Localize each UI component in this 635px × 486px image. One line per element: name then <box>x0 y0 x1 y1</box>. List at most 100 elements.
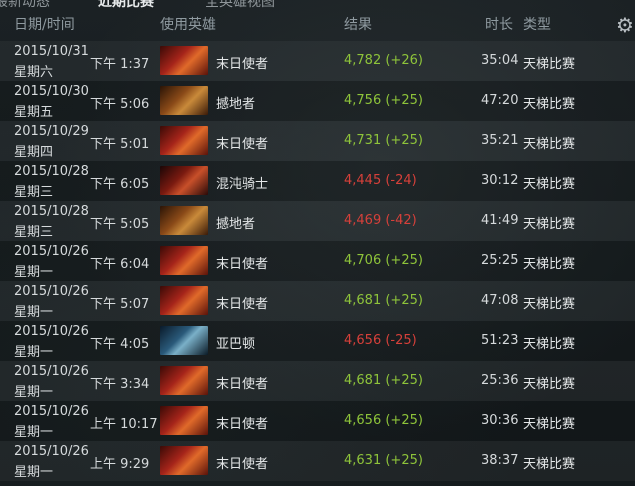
match-result: 4,656 (+25) <box>344 413 423 428</box>
match-row[interactable]: 2015/10/31 星期六 下午 1:37 末日使者 4,782 (+26) 35:04… <box>0 41 635 81</box>
match-type: 天梯比赛 <box>523 257 576 272</box>
match-duration: 47:20 <box>481 93 519 108</box>
match-duration: 38:37 <box>481 453 519 468</box>
hero-name: 撼地者 <box>216 97 256 112</box>
match-date: 2015/10/28 <box>14 204 89 219</box>
match-duration: 51:23 <box>481 333 519 348</box>
match-date: 2015/10/28 <box>14 164 89 179</box>
hero-portrait[interactable] <box>160 406 208 435</box>
tab-recent-activity[interactable]: 最新动态 <box>0 0 50 8</box>
match-result: 4,681 (+25) <box>344 373 423 388</box>
match-time: 下午 1:37 <box>90 57 150 72</box>
hero-name: 末日使者 <box>216 257 269 272</box>
table-header: 日期/时间 使用英雄 结果 时长 类型 <box>0 14 635 40</box>
match-row[interactable]: 2015/10/26 星期一 下午 6:04 末日使者 4,706 (+25) 25:25… <box>0 241 635 281</box>
match-time: 上午 9:29 <box>90 457 150 472</box>
match-date: 2015/10/26 <box>14 364 89 379</box>
match-result: 4,469 (-42) <box>344 213 417 228</box>
tab-recent-matches[interactable]: 近期比赛 <box>98 0 154 8</box>
hero-portrait[interactable] <box>160 46 208 75</box>
match-row[interactable]: 2015/10/30 星期五 下午 5:06 撼地者 4,756 (+25) 47:20 天… <box>0 81 635 121</box>
match-weekday: 星期四 <box>14 145 54 160</box>
match-weekday: 星期三 <box>14 225 54 240</box>
match-row[interactable]: 2015/10/26 星期一 下午 4:05 亚巴顿 4,656 (-25) 51:23 天… <box>0 321 635 361</box>
match-time: 下午 5:01 <box>90 137 150 152</box>
match-row[interactable]: 2015/10/28 星期三 下午 6:05 混沌骑士 4,445 (-24) 30:12… <box>0 161 635 201</box>
match-weekday: 星期六 <box>14 65 54 80</box>
hero-portrait[interactable] <box>160 126 208 155</box>
match-date: 2015/10/26 <box>14 244 89 259</box>
match-row[interactable]: 2015/10/26 星期一 下午 3:34 末日使者 4,681 (+25) 25:36… <box>0 361 635 401</box>
gear-icon[interactable]: ⚙ <box>615 14 635 36</box>
hero-portrait[interactable] <box>160 326 208 355</box>
match-result: 4,731 (+25) <box>344 133 423 148</box>
match-result: 4,656 (-25) <box>344 333 417 348</box>
match-time: 下午 5:05 <box>90 217 150 232</box>
hero-portrait[interactable] <box>160 286 208 315</box>
header-date-time[interactable]: 日期/时间 <box>14 14 75 34</box>
match-type: 天梯比赛 <box>523 297 576 312</box>
match-weekday: 星期一 <box>14 345 54 360</box>
hero-name: 末日使者 <box>216 457 269 472</box>
hero-portrait[interactable] <box>160 366 208 395</box>
match-weekday: 星期一 <box>14 385 54 400</box>
match-weekday: 星期五 <box>14 105 54 120</box>
match-weekday: 星期三 <box>14 185 54 200</box>
match-duration: 25:36 <box>481 373 519 388</box>
match-row[interactable]: 2015/10/28 星期三 下午 5:05 撼地者 4,469 (-42) 41:49 天… <box>0 201 635 241</box>
match-time: 下午 5:07 <box>90 297 150 312</box>
match-result: 4,681 (+25) <box>344 293 423 308</box>
match-duration: 41:49 <box>481 213 519 228</box>
match-type: 天梯比赛 <box>523 417 576 432</box>
match-weekday: 星期一 <box>14 265 54 280</box>
tab-all-heroes[interactable]: 全英雄视图 <box>205 0 275 8</box>
match-row[interactable]: 2015/10/26 星期一 上午 10:17 末日使者 4,656 (+25) 30:3… <box>0 401 635 441</box>
match-duration: 25:25 <box>481 253 519 268</box>
header-type[interactable]: 类型 <box>523 14 551 34</box>
hero-name: 末日使者 <box>216 377 269 392</box>
hero-portrait[interactable] <box>160 166 208 195</box>
hero-name: 混沌骑士 <box>216 177 269 192</box>
top-tab-strip: 最新动态 近期比赛 全英雄视图 <box>0 0 635 8</box>
match-type: 天梯比赛 <box>523 377 576 392</box>
match-result: 4,782 (+26) <box>344 53 423 68</box>
header-duration[interactable]: 时长 <box>485 14 513 34</box>
match-type: 天梯比赛 <box>523 337 576 352</box>
match-row[interactable]: 2015/10/26 星期一 下午 5:07 末日使者 4,681 (+25) 47:08… <box>0 281 635 321</box>
match-row[interactable]: 2015/10/26 星期一 上午 9:29 末日使者 4,631 (+25) 38:37… <box>0 441 635 481</box>
match-duration: 30:36 <box>481 413 519 428</box>
hero-portrait[interactable] <box>160 86 208 115</box>
header-hero[interactable]: 使用英雄 <box>160 14 216 34</box>
match-result: 4,756 (+25) <box>344 93 423 108</box>
match-date: 2015/10/26 <box>14 324 89 339</box>
hero-name: 末日使者 <box>216 57 269 72</box>
hero-name: 末日使者 <box>216 417 269 432</box>
match-weekday: 星期一 <box>14 465 54 480</box>
match-type: 天梯比赛 <box>523 457 576 472</box>
hero-name: 末日使者 <box>216 297 269 312</box>
match-date: 2015/10/29 <box>14 124 89 139</box>
header-result[interactable]: 结果 <box>344 14 372 34</box>
match-date: 2015/10/30 <box>14 84 89 99</box>
hero-portrait[interactable] <box>160 246 208 275</box>
match-list: 2015/10/31 星期六 下午 1:37 末日使者 4,782 (+26) 35:04… <box>0 41 635 481</box>
hero-name: 撼地者 <box>216 217 256 232</box>
match-type: 天梯比赛 <box>523 217 576 232</box>
match-type: 天梯比赛 <box>523 97 576 112</box>
hero-portrait[interactable] <box>160 206 208 235</box>
match-type: 天梯比赛 <box>523 137 576 152</box>
match-row[interactable]: 2015/10/29 星期四 下午 5:01 末日使者 4,731 (+25) 35:21… <box>0 121 635 161</box>
match-time: 下午 6:04 <box>90 257 150 272</box>
match-date: 2015/10/26 <box>14 404 89 419</box>
match-duration: 47:08 <box>481 293 519 308</box>
hero-name: 亚巴顿 <box>216 337 256 352</box>
match-time: 下午 5:06 <box>90 97 150 112</box>
match-type: 天梯比赛 <box>523 177 576 192</box>
match-type: 天梯比赛 <box>523 57 576 72</box>
match-time: 下午 3:34 <box>90 377 150 392</box>
match-date: 2015/10/26 <box>14 444 89 459</box>
match-duration: 35:04 <box>481 53 519 68</box>
hero-portrait[interactable] <box>160 446 208 475</box>
match-weekday: 星期一 <box>14 305 54 320</box>
match-duration: 35:21 <box>481 133 519 148</box>
